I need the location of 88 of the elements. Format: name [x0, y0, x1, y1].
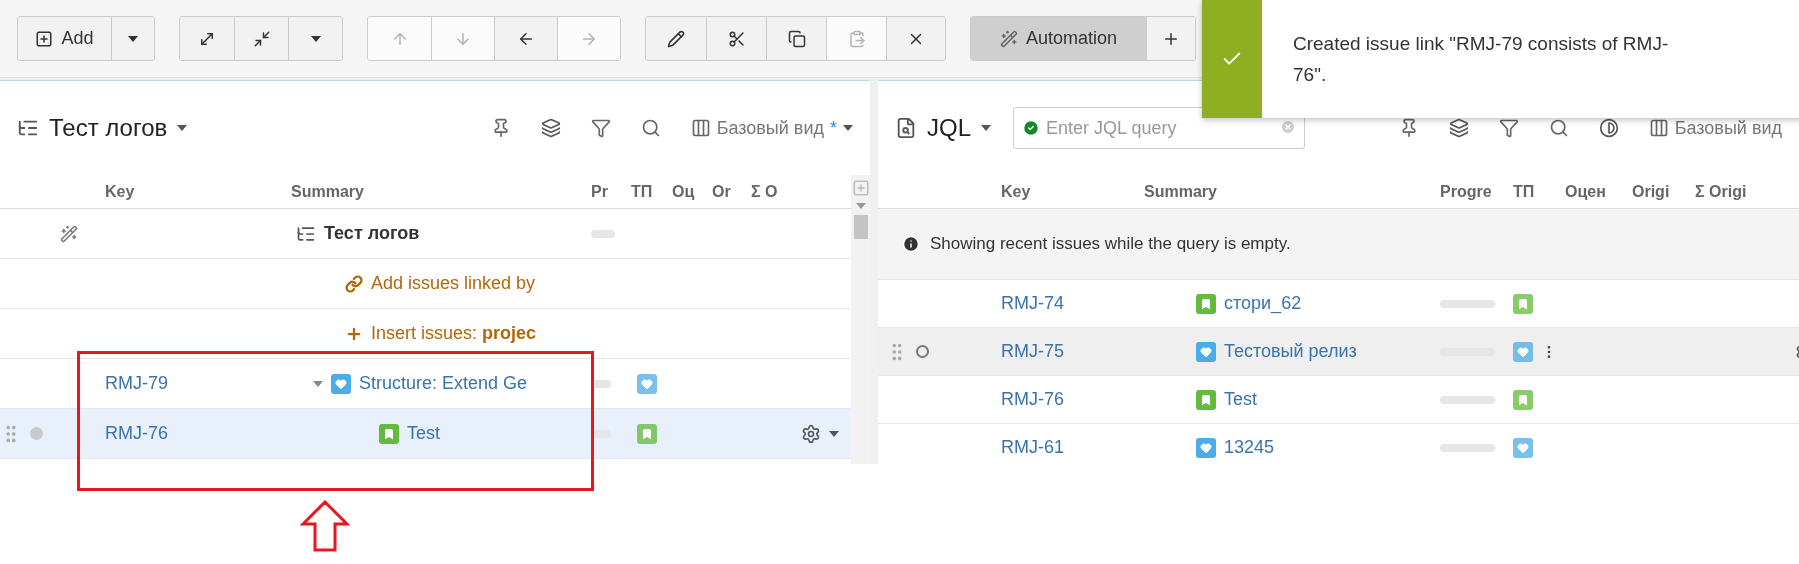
scroll-thumb[interactable] — [854, 215, 868, 239]
status-dot — [30, 427, 43, 440]
empty-query-notice: Showing recent issues while the query is empty. — [930, 234, 1291, 254]
structure-title[interactable]: Тест логов — [49, 114, 168, 142]
column-header[interactable]: Progre — [1440, 182, 1513, 201]
automation-button[interactable]: Automation — [971, 17, 1146, 60]
add-linked-issues-link[interactable]: Add issues linked by — [371, 273, 536, 294]
insert-issues-link[interactable]: Insert issues: projec — [371, 323, 537, 344]
column-header[interactable]: ТП — [1513, 182, 1565, 201]
info-icon — [902, 235, 920, 253]
story-icon — [1513, 389, 1533, 410]
column-header[interactable]: Or — [712, 182, 751, 201]
story-icon — [637, 423, 657, 444]
search-mode-title[interactable]: JQL — [927, 114, 971, 142]
story-icon — [379, 423, 399, 444]
settings-icon — [801, 423, 821, 444]
column-header[interactable]: ТП — [631, 182, 672, 201]
search-icon — [640, 118, 661, 138]
issue-key[interactable]: RMJ-61 — [1001, 437, 1064, 458]
improvement-icon — [637, 373, 657, 394]
column-header[interactable]: Σ O — [751, 182, 791, 201]
issue-summary[interactable]: Тестовый релиз — [1224, 341, 1357, 362]
layers-icon — [1448, 118, 1469, 138]
column-header[interactable]: Оц — [672, 182, 712, 201]
columns-icon — [1648, 118, 1669, 138]
column-header[interactable]: Summary — [291, 182, 591, 201]
wand-icon — [60, 224, 78, 243]
issue-row[interactable]: RMJ-76 Test — [0, 409, 851, 459]
paste-icon — [847, 29, 866, 48]
caret-icon — [981, 125, 991, 131]
issue-summary[interactable]: Test — [1224, 389, 1257, 410]
collapse-icon — [252, 29, 271, 48]
plus-button[interactable] — [1146, 17, 1195, 60]
issue-key[interactable]: RMJ-74 — [1001, 293, 1064, 314]
caret-icon — [128, 35, 138, 42]
view-selector[interactable]: Базовый вид — [1674, 117, 1782, 139]
issue-key[interactable]: RMJ-76 — [1001, 389, 1064, 410]
issue-summary[interactable]: стори_62 — [1224, 293, 1302, 314]
story-icon — [1196, 389, 1216, 410]
scissors-icon — [727, 29, 746, 48]
scroll-up-icon — [856, 203, 866, 209]
column-header[interactable]: Summary — [1144, 182, 1440, 201]
columns-icon — [690, 118, 711, 138]
status-dot — [916, 345, 929, 358]
caret-icon — [313, 380, 323, 387]
column-header[interactable]: Origi — [1632, 182, 1695, 201]
layers-icon — [540, 118, 561, 138]
issue-key[interactable]: RMJ-79 — [105, 373, 168, 394]
improvement-icon — [1513, 437, 1533, 458]
plus-square-icon — [35, 29, 54, 48]
up-arrow-icon — [300, 500, 350, 552]
story-icon — [1196, 293, 1216, 314]
improvement-icon — [1196, 341, 1216, 362]
filter-icon — [590, 118, 611, 138]
column-header[interactable]: Оцен — [1565, 182, 1632, 201]
column-header[interactable]: Key — [1001, 182, 1144, 201]
search-icon — [1548, 118, 1569, 138]
collapse-toggle[interactable] — [313, 380, 323, 387]
caret-icon — [843, 125, 853, 131]
caret-icon — [177, 125, 188, 131]
wand-icon — [999, 29, 1018, 48]
add-column-icon — [852, 179, 870, 197]
modified-mark: * — [830, 117, 837, 139]
issue-key[interactable]: RMJ-76 — [105, 423, 168, 444]
view-selector[interactable]: Базовый вид — [716, 117, 824, 139]
pencil-icon — [667, 29, 685, 48]
column-header[interactable]: Key — [90, 182, 291, 201]
notification-message: Created issue link "RMJ-79 consists of RMJ-76". — [1293, 32, 1670, 87]
column-header[interactable]: Σ Origi — [1695, 182, 1775, 201]
caret-icon — [829, 430, 839, 437]
issue-row[interactable]: RMJ-75 Тестовый релиз — [878, 328, 1799, 376]
filter-icon — [1498, 118, 1519, 138]
improvement-icon — [1196, 437, 1216, 458]
contrast-icon — [1598, 118, 1619, 138]
improvement-icon — [1513, 341, 1533, 362]
copy-icon — [787, 29, 806, 48]
close-button[interactable] — [886, 17, 945, 60]
query-icon — [895, 117, 917, 139]
issue-summary[interactable]: 13245 — [1224, 437, 1275, 458]
issue-key[interactable]: RMJ-75 — [1001, 341, 1064, 362]
structure-name: Тест логов — [324, 223, 420, 244]
issue-summary[interactable]: Structure: Extend Ge — [359, 373, 528, 394]
issue-summary[interactable]: Test — [407, 423, 440, 444]
caret-icon — [310, 35, 321, 42]
column-header[interactable]: Pr — [591, 182, 631, 201]
improvement-icon — [331, 373, 351, 394]
story-icon — [1513, 293, 1533, 314]
link-icon — [345, 274, 363, 293]
